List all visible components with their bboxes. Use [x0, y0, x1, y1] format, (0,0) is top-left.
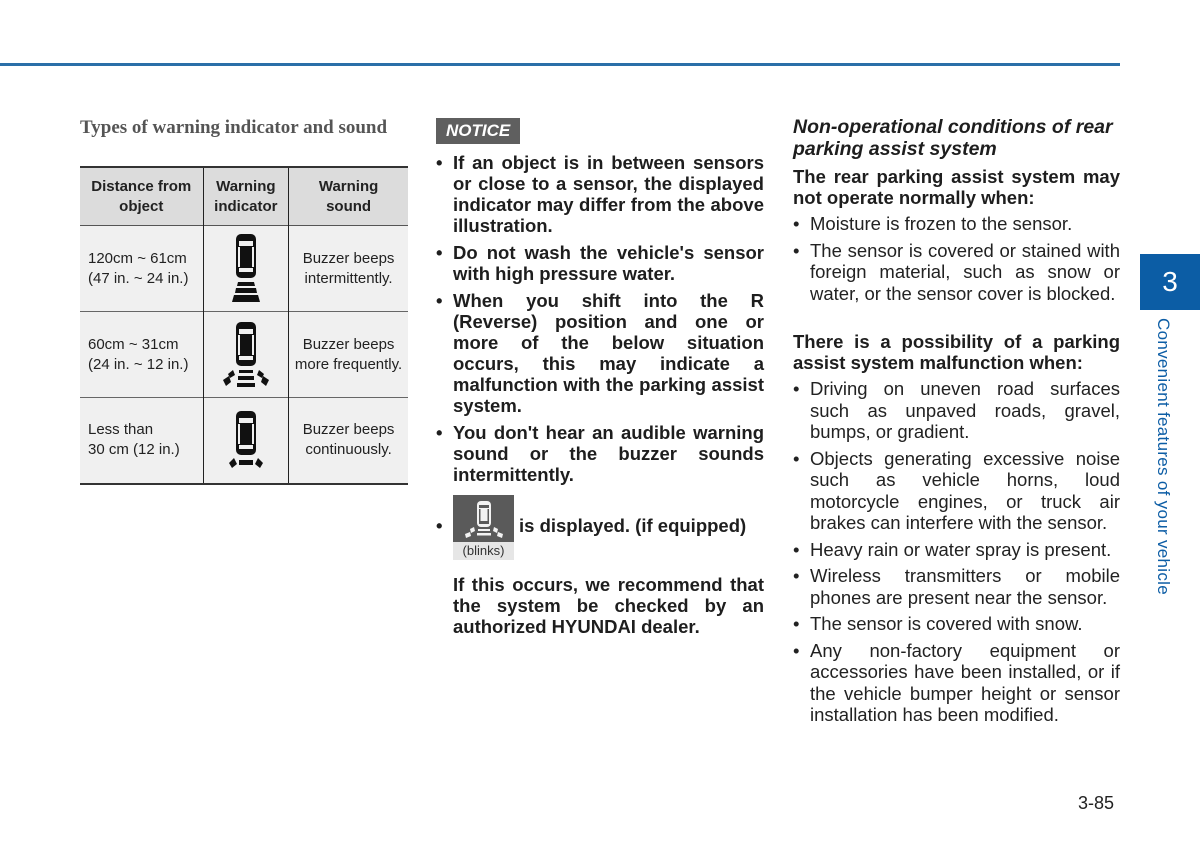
list-item: Wireless transmitters or mobile phones a…	[793, 565, 1120, 608]
sound-line: Buzzer beeps	[302, 335, 395, 353]
bullet: •	[436, 515, 443, 536]
list-item: If an object is in between sensors or cl…	[436, 152, 764, 236]
list-item: Driving on uneven road surfaces such as …	[793, 378, 1120, 443]
distance-cell: 60cm ~ 31cm (24 in. ~ 12 in.)	[80, 311, 204, 398]
table-row: 60cm ~ 31cm (24 in. ~ 12 in.) Buzzer bee…	[80, 311, 408, 398]
indicator-image: (blinks)	[453, 495, 514, 560]
sound-cell: Buzzer beeps continuously.	[289, 398, 408, 484]
distance-line: 60cm ~ 31cm	[88, 335, 179, 353]
car-rear-sensor-far-icon	[231, 233, 260, 302]
list-item: Do not wash the vehicle's sensor with hi…	[436, 242, 764, 284]
section-title: Types of warning indicator and sound	[80, 117, 388, 138]
blinks-caption: (blinks)	[453, 542, 514, 560]
header-rule	[0, 63, 1120, 66]
chapter-label: Convenient features of your vehicle	[1154, 318, 1173, 595]
recommendation-text: If this occurs, we recommend that the sy…	[453, 574, 764, 637]
distance-line: (24 in. ~ 12 in.)	[88, 355, 189, 373]
list-item: Moisture is frozen to the sensor.	[793, 213, 1120, 235]
indicator-cell	[203, 311, 290, 398]
sound-cell: Buzzer beeps intermittently.	[289, 226, 408, 312]
indicator-cell	[203, 225, 290, 312]
subheading: There is a possibility of a parking assi…	[793, 331, 1120, 373]
list-item: You don't hear an audible warning sound …	[436, 422, 764, 485]
conditions-list: Moisture is frozen to the sensor. The se…	[793, 213, 1120, 304]
list-item: Objects generating excessive noise such …	[793, 448, 1120, 534]
list-item: Heavy rain or water spray is present.	[793, 539, 1120, 561]
car-rear-sensor-mid-icon	[222, 321, 269, 387]
distance-line: (47 in. ~ 24 in.)	[88, 269, 189, 287]
table-header-row: Distance from object Warning indicator W…	[80, 167, 408, 226]
non-operational-section: Non-operational conditions of rear parki…	[793, 116, 1120, 731]
distance-line: 120cm ~ 61cm	[88, 249, 187, 267]
indicator-cell	[203, 397, 290, 484]
sound-line: more frequently.	[294, 355, 403, 373]
header-indicator: Warning indicator	[203, 167, 290, 226]
chapter-tab[interactable]: 3	[1140, 254, 1200, 310]
malfunction-list: Driving on uneven road surfaces such as …	[793, 378, 1120, 726]
section-title: Non-operational conditions of rear parki…	[793, 116, 1113, 160]
table-row: 120cm ~ 61cm (47 in. ~ 24 in.) Buzzer be…	[80, 225, 408, 312]
warning-table: Distance from object Warning indicator W…	[80, 166, 408, 485]
header-distance: Distance from object	[80, 167, 204, 226]
sound-line: Buzzer beeps	[302, 421, 395, 439]
header-indicator-label: Warning indicator	[214, 177, 278, 215]
sound-line: Buzzer beeps	[302, 249, 395, 267]
list-item: Any non-factory equipment or accessories…	[793, 640, 1120, 726]
sound-line: intermittently.	[304, 269, 393, 287]
distance-line: Less than	[88, 421, 154, 439]
header-distance-label: Distance from object	[91, 177, 192, 215]
header-sound: Warning sound	[289, 167, 408, 226]
icon-item-text: is displayed. (if equipped)	[519, 515, 747, 536]
list-item: When you shift into the R (Reverse) posi…	[436, 290, 764, 416]
parking-assist-malfunction-icon	[464, 500, 503, 538]
header-sound-label: Warning sound	[318, 177, 379, 215]
car-rear-sensor-near-icon	[228, 411, 263, 469]
distance-cell: Less than 30 cm (12 in.)	[80, 397, 204, 484]
distance-cell: 120cm ~ 61cm (47 in. ~ 24 in.)	[80, 225, 204, 312]
list-item: The sensor is covered with snow.	[793, 613, 1120, 635]
list-item: The sensor is covered or stained with fo…	[793, 240, 1120, 305]
icon-list-item: • (blinks) is displayed. (if equipped)	[436, 495, 764, 560]
sound-line: continuously.	[305, 441, 392, 459]
page-number: 3-85	[1078, 793, 1115, 813]
sound-cell: Buzzer beeps more frequently.	[289, 312, 408, 398]
subheading: The rear parking assist system may not o…	[793, 166, 1120, 208]
distance-line: 30 cm (12 in.)	[88, 441, 180, 459]
table-row: Less than 30 cm (12 in.) Buzzer beeps co…	[80, 397, 408, 484]
notice-badge: NOTICE	[436, 118, 521, 144]
notice-list: If an object is in between sensors or cl…	[436, 152, 764, 485]
notice-section: NOTICE If an object is in between sensor…	[436, 118, 764, 656]
warning-types-section: Types of warning indicator and sound Dis…	[80, 117, 408, 485]
